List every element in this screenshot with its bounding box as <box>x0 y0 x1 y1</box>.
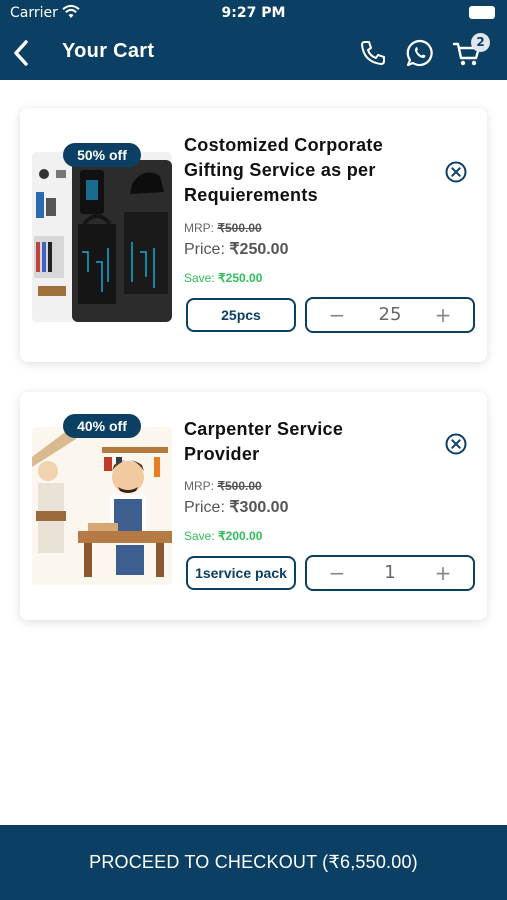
discount-badge: 40% off <box>63 414 141 438</box>
mrp-label: MRP: <box>184 479 214 493</box>
status-time: 9:27 PM <box>221 5 286 21</box>
remove-circle-icon[interactable] <box>444 432 468 456</box>
whatsapp-icon[interactable] <box>405 38 435 68</box>
price-label: Price: <box>184 499 225 516</box>
cart-count-badge: 2 <box>471 33 490 52</box>
price-label: Price: <box>184 241 225 258</box>
cart-item-card: 50% off Costomized Corporate Gifting Ser… <box>20 108 487 362</box>
battery-icon <box>469 6 495 19</box>
save-value: ₹200.00 <box>218 529 263 543</box>
quantity-value: 1 <box>384 562 396 583</box>
mrp-row: MRP: ₹500.00 <box>184 221 262 235</box>
back-arrow-icon[interactable] <box>10 38 34 68</box>
product-image <box>32 427 172 585</box>
save-label: Save: <box>184 529 215 543</box>
mrp-row: MRP: ₹500.00 <box>184 479 262 493</box>
quantity-stepper: − 1 + <box>305 555 475 591</box>
mrp-label: MRP: <box>184 221 214 235</box>
unit-button[interactable]: 25pcs <box>186 298 296 332</box>
mrp-value: ₹500.00 <box>217 479 262 493</box>
phone-icon[interactable] <box>358 38 388 68</box>
status-bar: Carrier 9:27 PM <box>0 0 507 26</box>
increment-button[interactable]: + <box>423 557 463 589</box>
mrp-value: ₹500.00 <box>217 221 262 235</box>
quantity-stepper: − 25 + <box>305 297 475 333</box>
price-row: Price: ₹250.00 <box>184 239 288 259</box>
product-name: Costomized Corporate Gifting Service as … <box>184 135 384 205</box>
remove-circle-icon[interactable] <box>444 160 468 184</box>
price-row: Price: ₹300.00 <box>184 497 288 517</box>
quantity-value: 25 <box>378 304 402 325</box>
cart-item-card: 40% off Carpenter Service Provider MRP: … <box>20 392 487 620</box>
app-header: Your Cart <box>0 26 507 80</box>
increment-button[interactable]: + <box>423 299 463 331</box>
save-row: Save: ₹200.00 <box>184 529 262 543</box>
page-title: Your Cart <box>62 40 155 62</box>
save-label: Save: <box>184 271 215 285</box>
product-name: Carpenter Service Provider <box>184 419 344 464</box>
product-image <box>32 152 172 322</box>
save-row: Save: ₹250.00 <box>184 271 262 285</box>
discount-badge: 50% off <box>63 143 141 167</box>
proceed-to-checkout-button[interactable]: PROCEED TO CHECKOUT (₹6,550.00) <box>0 825 507 900</box>
price-value: ₹300.00 <box>229 499 289 516</box>
price-value: ₹250.00 <box>229 241 289 258</box>
unit-button[interactable]: 1service pack <box>186 556 296 590</box>
save-value: ₹250.00 <box>218 271 263 285</box>
